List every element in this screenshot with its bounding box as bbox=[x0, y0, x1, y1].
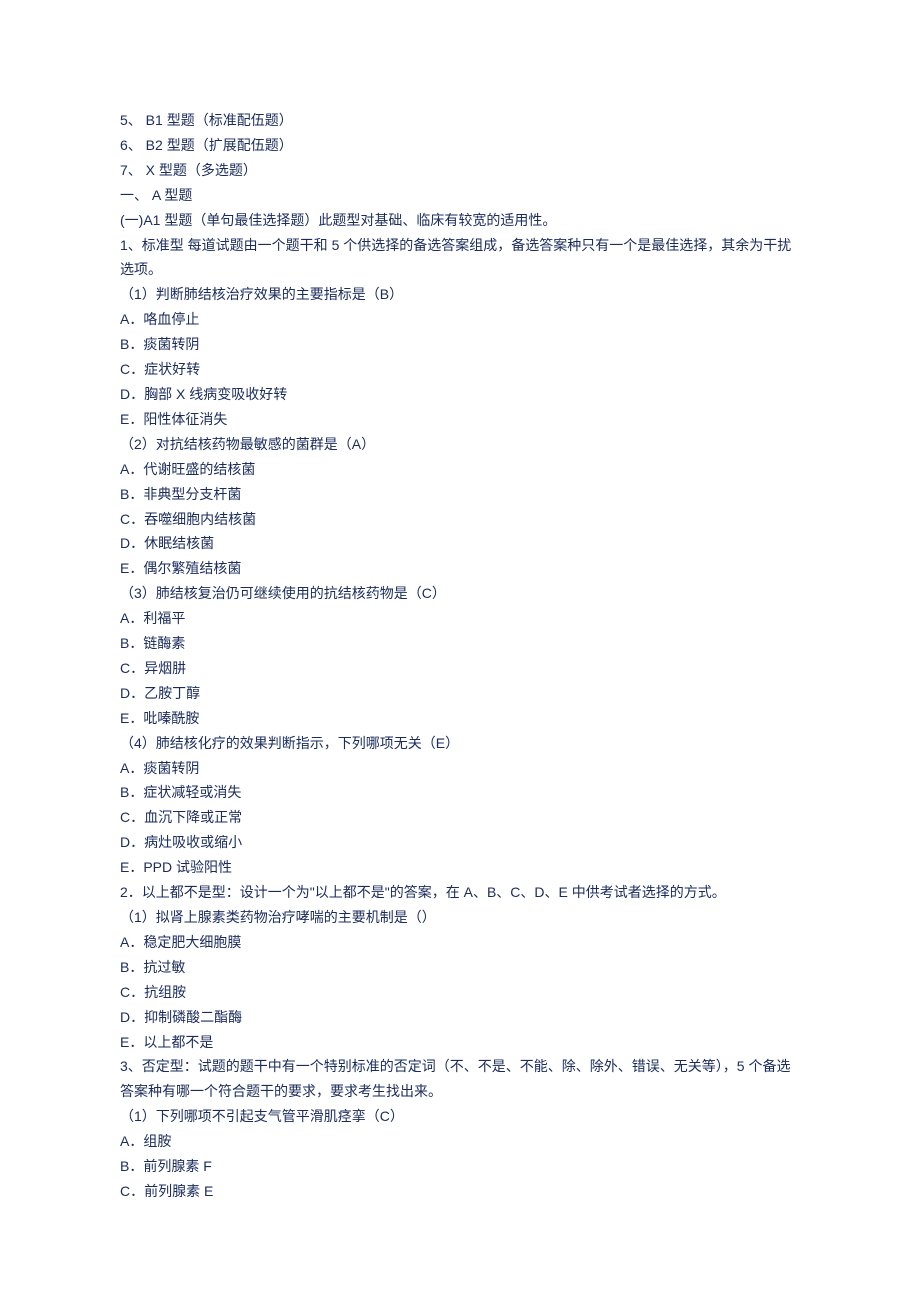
option-b: B．抗过敏 bbox=[120, 955, 800, 980]
option-c: C．前列腺素 E bbox=[120, 1179, 800, 1204]
option-d: D．休眠结核菌 bbox=[120, 531, 800, 556]
option-c: C．吞噬细胞内结核菌 bbox=[120, 507, 800, 532]
option-b: B．症状减轻或消失 bbox=[120, 780, 800, 805]
option-b: B．链酶素 bbox=[120, 631, 800, 656]
text-line: （2）对抗结核药物最敏感的菌群是（A） bbox=[120, 432, 800, 457]
text-line: （1）判断肺结核治疗效果的主要指标是（B） bbox=[120, 282, 800, 307]
option-d: D．乙胺丁醇 bbox=[120, 681, 800, 706]
option-b: B．痰菌转阴 bbox=[120, 332, 800, 357]
option-a: A．咯血停止 bbox=[120, 307, 800, 332]
option-d: D．抑制磷酸二酯酶 bbox=[120, 1005, 800, 1030]
option-e: E．以上都不是 bbox=[120, 1030, 800, 1055]
option-c: C．症状好转 bbox=[120, 357, 800, 382]
option-a: A．代谢旺盛的结核菌 bbox=[120, 457, 800, 482]
option-c: C．血沉下降或正常 bbox=[120, 805, 800, 830]
document-page: 5、 B1 型题（标准配伍题） 6、 B2 型题（扩展配伍题） 7、 X 型题（… bbox=[0, 0, 920, 1302]
option-e: E．PPD 试验阳性 bbox=[120, 855, 800, 880]
text-line: (一)A1 型题（单句最佳选择题）此题型对基础、临床有较宽的适用性。 bbox=[120, 208, 800, 233]
text-line: 7、 X 型题（多选题） bbox=[120, 158, 800, 183]
option-a: A．痰菌转阴 bbox=[120, 756, 800, 781]
option-e: E．吡嗪酰胺 bbox=[120, 706, 800, 731]
text-line: 一、 A 型题 bbox=[120, 183, 800, 208]
text-line: 5、 B1 型题（标准配伍题） bbox=[120, 108, 800, 133]
option-d: D．病灶吸收或缩小 bbox=[120, 830, 800, 855]
option-b: B．前列腺素 F bbox=[120, 1154, 800, 1179]
text-line: 3、否定型：试题的题干中有一个特别标准的否定词（不、不是、不能、除、除外、错误、… bbox=[120, 1054, 800, 1104]
option-a: A．稳定肥大细胞膜 bbox=[120, 930, 800, 955]
text-line: （3）肺结核复治仍可继续使用的抗结核药物是（C） bbox=[120, 581, 800, 606]
text-line: 6、 B2 型题（扩展配伍题） bbox=[120, 133, 800, 158]
text-line: （4）肺结核化疗的效果判断指示，下列哪项无关（E） bbox=[120, 731, 800, 756]
text-line: 2．以上都不是型：设计一个为"以上都不是"的答案，在 A、B、C、D、E 中供考… bbox=[120, 880, 800, 905]
text-line: （1）拟肾上腺素类药物治疗哮喘的主要机制是（） bbox=[120, 905, 800, 930]
option-e: E．阳性体征消失 bbox=[120, 407, 800, 432]
option-c: C．异烟肼 bbox=[120, 656, 800, 681]
option-e: E．偶尔繁殖结核菌 bbox=[120, 556, 800, 581]
option-d: D．胸部 X 线病变吸收好转 bbox=[120, 382, 800, 407]
option-c: C．抗组胺 bbox=[120, 980, 800, 1005]
option-a: A．利福平 bbox=[120, 606, 800, 631]
text-line: 1、标准型 每道试题由一个题干和 5 个供选择的备选答案组成，备选答案种只有一个… bbox=[120, 233, 800, 283]
option-b: B．非典型分支杆菌 bbox=[120, 482, 800, 507]
text-line: （1）下列哪项不引起支气管平滑肌痉挛（C） bbox=[120, 1104, 800, 1129]
option-a: A．组胺 bbox=[120, 1129, 800, 1154]
